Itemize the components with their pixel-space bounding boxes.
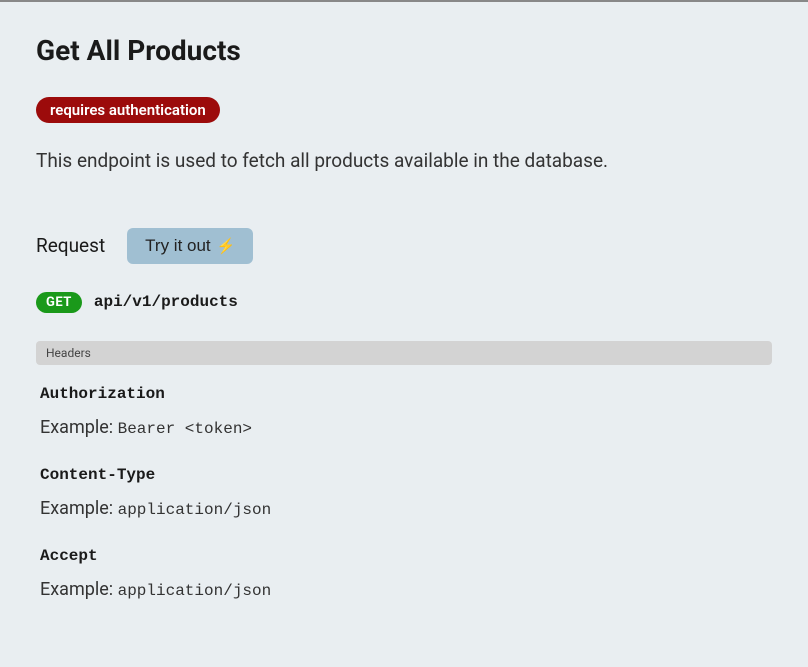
page-title: Get All Products xyxy=(36,34,772,67)
try-it-out-label: Try it out xyxy=(145,236,211,256)
header-example-label: Example: xyxy=(40,498,113,519)
header-example: Example: Bearer <token> xyxy=(40,417,772,438)
auth-required-badge: requires authentication xyxy=(36,97,220,123)
header-example-value: Bearer <token> xyxy=(118,420,252,438)
headers-section-bar: Headers xyxy=(36,341,772,365)
header-item: Accept Example: application/json xyxy=(36,547,772,600)
endpoint-path: api/v1/products xyxy=(94,293,238,311)
header-item: Authorization Example: Bearer <token> xyxy=(36,385,772,438)
header-item: Content-Type Example: application/json xyxy=(36,466,772,519)
bolt-icon: ⚡ xyxy=(217,237,236,255)
request-row: Request Try it out ⚡ xyxy=(36,228,772,264)
header-example: Example: application/json xyxy=(40,579,772,600)
header-example-label: Example: xyxy=(40,417,113,438)
request-label: Request xyxy=(36,234,105,257)
header-example-label: Example: xyxy=(40,579,113,600)
header-name: Accept xyxy=(40,547,772,565)
endpoint-description: This endpoint is used to fetch all produ… xyxy=(36,147,772,176)
try-it-out-button[interactable]: Try it out ⚡ xyxy=(127,228,253,264)
header-example: Example: application/json xyxy=(40,498,772,519)
header-name: Authorization xyxy=(40,385,772,403)
endpoint-row: GET api/v1/products xyxy=(36,292,772,313)
header-example-value: application/json xyxy=(118,582,272,600)
header-example-value: application/json xyxy=(118,501,272,519)
http-method-badge: GET xyxy=(36,292,82,313)
header-name: Content-Type xyxy=(40,466,772,484)
api-doc-container: Get All Products requires authentication… xyxy=(0,2,808,660)
